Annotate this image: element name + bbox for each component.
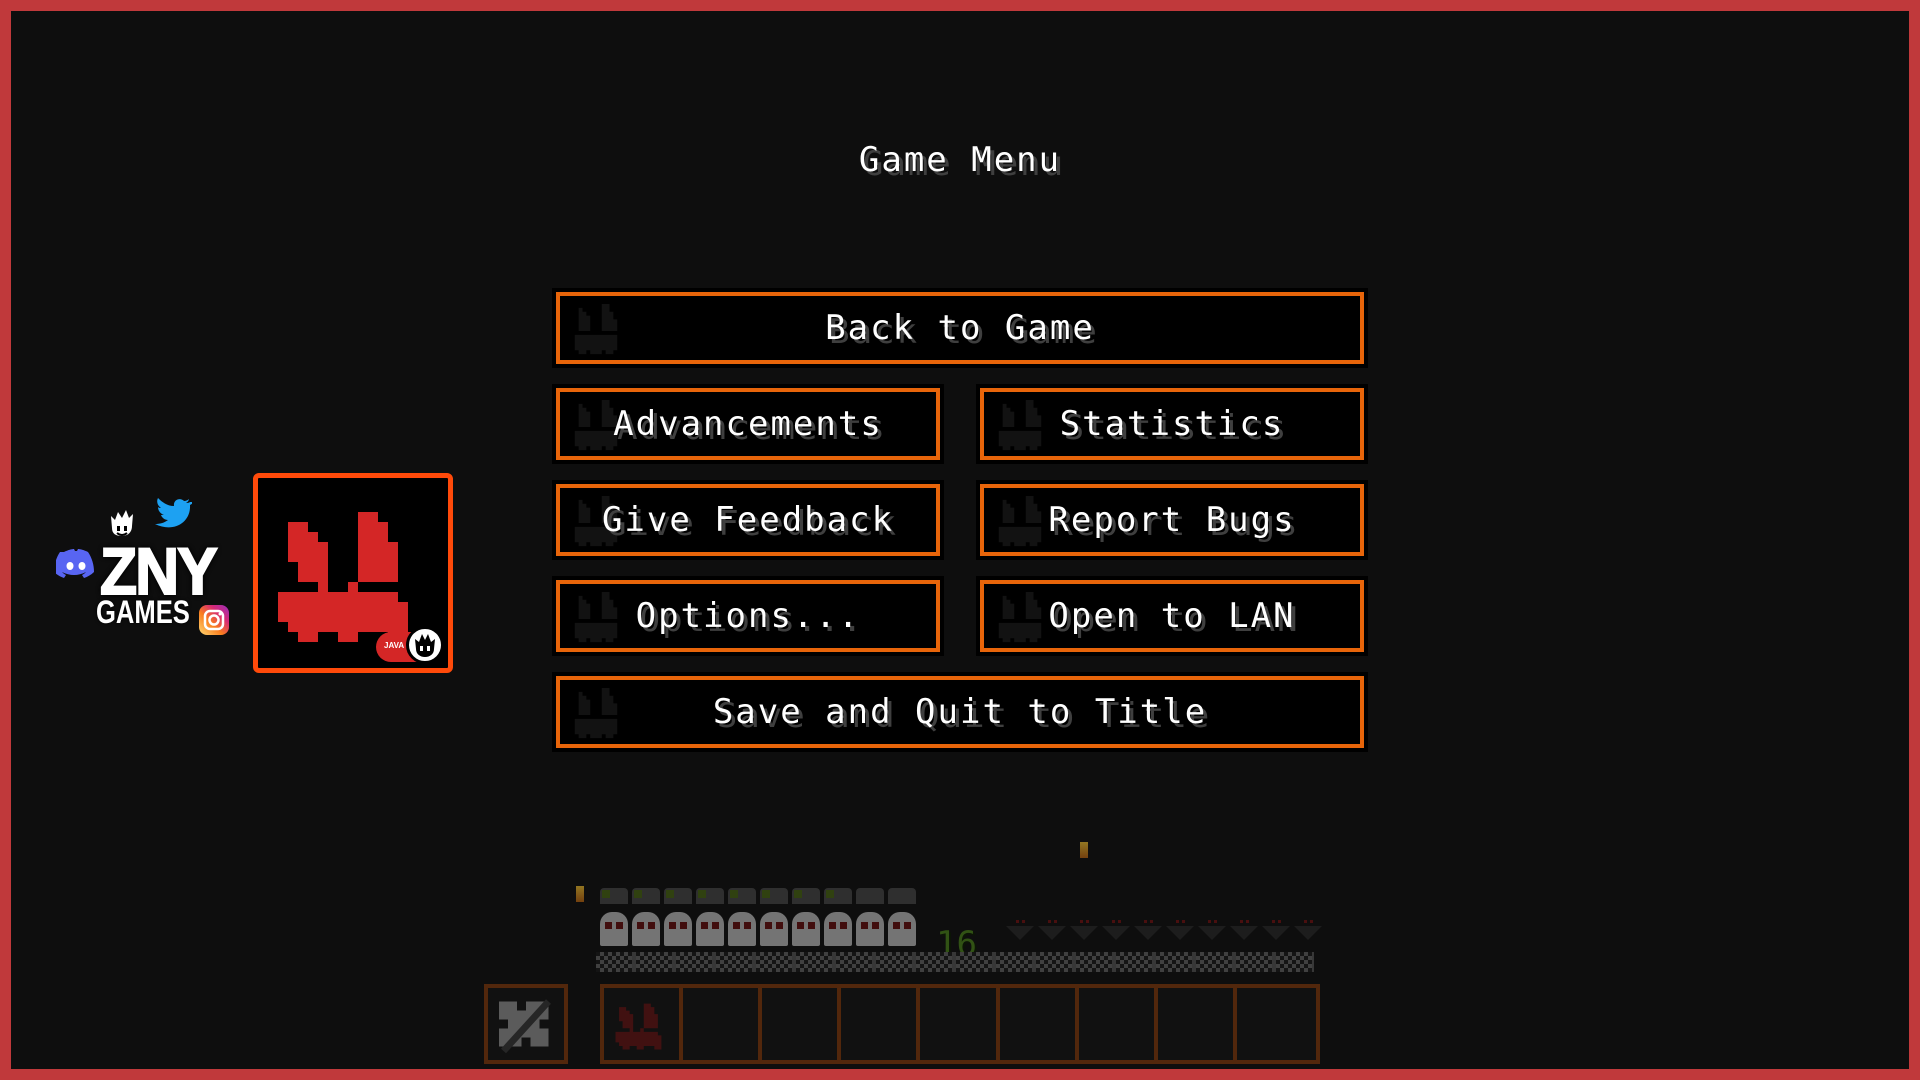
hunger-icon <box>1262 920 1290 940</box>
pumpkin-face-icon <box>994 400 1046 454</box>
armor-icon <box>664 888 692 904</box>
save-and-quit-label: Save and Quit to Title <box>712 692 1208 732</box>
armor-icon <box>600 888 628 904</box>
give-feedback-label: Give Feedback <box>601 500 895 540</box>
skull-heart-icon <box>792 912 820 946</box>
armor-icon <box>632 888 660 904</box>
skull-heart-icon <box>760 912 788 946</box>
armor-icon <box>696 888 724 904</box>
hunger-icon <box>1006 920 1034 940</box>
armor-icon <box>856 888 884 904</box>
armor-icon <box>728 888 756 904</box>
torch-icon <box>1080 842 1088 858</box>
armor-icon <box>888 888 916 904</box>
pumpkin-face-icon <box>570 688 622 742</box>
pumpkin-face-icon <box>570 304 622 358</box>
hunger-icon <box>1038 920 1066 940</box>
hunger-icon <box>1198 920 1226 940</box>
open-to-lan-label: Open to LAN <box>1048 596 1296 636</box>
hunger-icon <box>1230 920 1258 940</box>
hotbar-slot <box>604 988 1237 1060</box>
options-label: Options... <box>635 596 861 636</box>
back-to-game-label: Back to Game <box>825 308 1095 348</box>
hunger-icon <box>1294 920 1322 940</box>
hunger-icon <box>1134 920 1162 940</box>
skull-heart-icon <box>664 912 692 946</box>
armor-icon <box>824 888 852 904</box>
report-bugs-label: Report Bugs <box>1048 500 1296 540</box>
xp-bar <box>596 952 1314 972</box>
torch-icon <box>576 886 584 902</box>
hunger-icon <box>1166 920 1194 940</box>
game-hud: 16 <box>0 0 1920 1080</box>
statistics-label: Statistics <box>1059 404 1285 444</box>
sword-icon <box>499 999 551 1054</box>
hunger-icon <box>1070 920 1098 940</box>
skull-heart-icon <box>600 912 628 946</box>
pumpkin-face-icon <box>570 592 622 646</box>
skull-heart-icon <box>728 912 756 946</box>
advancements-label: Advancements <box>613 404 883 444</box>
hotbar <box>600 984 1320 1064</box>
skull-heart-icon <box>632 912 660 946</box>
pumpkin-face-icon <box>994 496 1046 550</box>
skull-heart-icon <box>824 912 852 946</box>
offhand-slot <box>484 984 568 1064</box>
armor-icon <box>792 888 820 904</box>
skull-heart-icon <box>856 912 884 946</box>
skull-heart-icon <box>888 912 916 946</box>
pumpkin-face-icon <box>994 592 1046 646</box>
skull-heart-icon <box>696 912 724 946</box>
hunger-icon <box>1102 920 1130 940</box>
armor-icon <box>760 888 788 904</box>
